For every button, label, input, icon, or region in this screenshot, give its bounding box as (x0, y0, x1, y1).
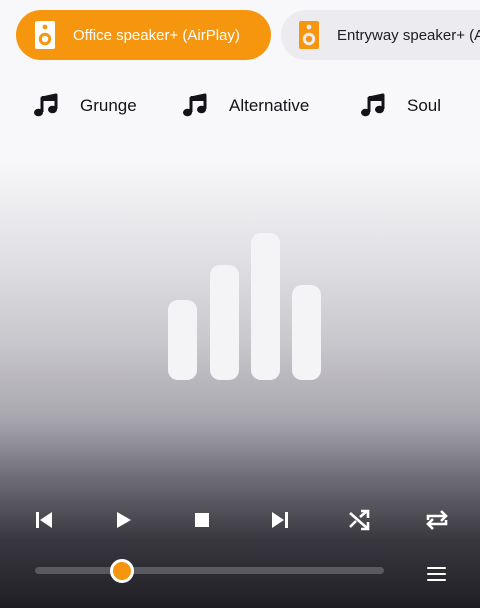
seek-bar[interactable] (35, 567, 384, 574)
skip-next-icon (272, 512, 288, 528)
speaker-selector: Office speaker+ (AirPlay) Entryway speak… (0, 0, 480, 70)
menu-icon (427, 567, 446, 569)
genre-item-soul[interactable]: Soul (360, 78, 441, 134)
genre-label: Soul (407, 96, 442, 115)
equalizer-artwork (168, 232, 322, 380)
music-note-icon (361, 93, 385, 117)
seek-thumb[interactable] (110, 559, 135, 583)
genre-item-grunge[interactable]: Grunge (33, 78, 137, 134)
stop-button[interactable] (186, 504, 218, 536)
speaker-chip-office[interactable]: Office speaker+ (AirPlay) (16, 10, 271, 60)
equalizer-bar (168, 300, 197, 380)
music-note-icon (183, 93, 207, 117)
shuffle-button[interactable] (343, 504, 375, 536)
speaker-chip-label: Entryway speaker+ (A (337, 26, 480, 44)
next-button[interactable] (264, 504, 296, 536)
speaker-icon (35, 21, 55, 49)
playback-controls (0, 500, 480, 540)
repeat-button[interactable] (421, 504, 453, 536)
genre-label: Alternative (229, 96, 310, 115)
player-window: Office speaker+ (AirPlay) Entryway speak… (0, 0, 480, 608)
genre-label: Grunge (80, 96, 137, 115)
shuffle-icon (349, 509, 370, 531)
menu-button[interactable] (425, 564, 449, 584)
stop-icon (195, 513, 209, 527)
speaker-icon (299, 21, 319, 49)
equalizer-bar (251, 233, 280, 380)
repeat-icon (426, 510, 448, 530)
equalizer-bar (210, 265, 239, 380)
genre-item-alternative[interactable]: Alternative (182, 78, 309, 134)
previous-button[interactable] (28, 504, 60, 536)
skip-previous-icon (36, 512, 52, 528)
speaker-chip-label: Office speaker+ (AirPlay) (73, 26, 240, 44)
genre-row: Grunge Alternative Soul (0, 78, 480, 134)
speaker-chip-entryway[interactable]: Entryway speaker+ (A (281, 10, 480, 60)
play-button[interactable] (107, 504, 139, 536)
music-note-icon (34, 93, 58, 117)
play-icon (117, 512, 131, 528)
equalizer-bar (292, 285, 321, 380)
